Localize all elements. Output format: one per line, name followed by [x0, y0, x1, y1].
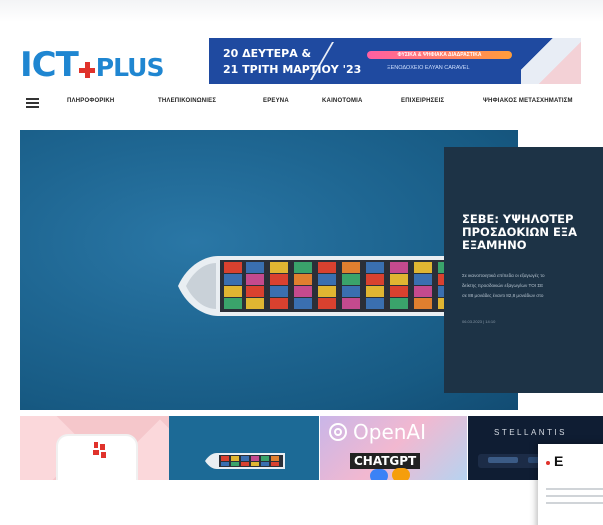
banner-pill: ΦΥΣΙΚΑ & ΨΗΦΙΑΚΑ ΔΙΑΔΡΑΣΤΙΚΑ — [367, 51, 512, 59]
banner-venue: ΞΕΝΟΔΟΧΕΙΟ ΕΛΥΑΝ CARAVEL — [387, 65, 470, 71]
banner-date-line-1: 20 ΔΕΥΤΕΡΑ & — [223, 47, 312, 60]
nav-item-kainotomia[interactable]: ΚΑΙΝΟΤΟΜΙΑ — [322, 98, 363, 104]
hero-article-title[interactable]: ΣΕΒΕ: ΥΨΗΛΟΤΕΡ ΠΡΟΣΔΟΚΙΩΝ ΕΞΑ ΕΞΑΜΗΝΟ — [462, 213, 603, 252]
hero-article-date: 06.03.2023 | 14:10 — [462, 319, 496, 324]
logo-plus: PLUS — [95, 53, 165, 82]
nav-item-erevna[interactable]: ΕΡΕΥΝΑ — [263, 98, 289, 104]
equinor-phone-image: equinor — [58, 436, 136, 480]
excerpt-line: σε 88 μονάδες έναντι 82,8 μονάδων στο — [462, 293, 544, 298]
stellantis-label: STELLANTIS — [494, 428, 568, 437]
container-ship-image — [178, 256, 478, 316]
event-banner[interactable]: 20 ΔΕΥΤΕΡΑ & 21 ΤΡΙΤΗ ΜΑΡΤΙΟΥ '23 ΦΥΣΙΚΑ… — [209, 38, 581, 84]
logo-ict: ICT — [20, 45, 79, 85]
excerpt-line: δείκτης προσδοκιών εξαγωγέων ΤΟΙ ΣΕ — [462, 283, 544, 288]
main-nav: ΠΛΗΡΟΦΟΡΙΚΗ ΤΗΛΕΠΙΚΟΙΝΩΝΙΕΣ ΕΡΕΥΝΑ ΚΑΙΝΟ… — [0, 94, 603, 112]
equinor-logo-icon — [93, 442, 106, 458]
card-heading: Ε — [554, 453, 564, 469]
openai-logo-icon — [329, 423, 347, 441]
chat-bubble-icon — [370, 469, 388, 480]
plus-icon — [78, 62, 95, 78]
page-bottom — [0, 500, 603, 525]
thumbnail-ship[interactable] — [169, 416, 319, 480]
thumbnail-strip: equinor OpenAI CHATGPT — [20, 416, 603, 480]
chatgpt-badge: CHATGPT — [350, 453, 421, 469]
banner-graphic — [521, 38, 581, 84]
chat-bubble-icon — [392, 468, 410, 480]
card-text-placeholder — [546, 488, 603, 509]
chatgpt-badge-chat: CHAT — [354, 454, 390, 468]
top-shadow — [0, 0, 603, 22]
openai-label: OpenAI — [353, 420, 426, 444]
excerpt-line: Σε ικανοποιητικά επίπεδα οι εξαγωγές το — [462, 273, 545, 278]
hero-article-card[interactable]: ΣΕΒΕ: ΥΨΗΛΟΤΕΡ ΠΡΟΣΔΟΚΙΩΝ ΕΞΑ ΕΞΑΜΗΝΟ Σε… — [444, 147, 603, 393]
nav-item-tilepikoinonies[interactable]: ΤΗΛΕΠΙΚΟΙΝΩΝΙΕΣ — [158, 98, 216, 104]
site-logo[interactable]: ICT PLUS — [20, 45, 165, 85]
thumbnail-equinor[interactable]: equinor — [20, 416, 169, 480]
nav-item-pliroforiki[interactable]: ΠΛΗΡΟΦΟΡΙΚΗ — [67, 98, 114, 104]
bullet-icon — [546, 461, 550, 465]
hero-article-excerpt: Σε ικανοποιητικά επίπεδα οι εξαγωγές το … — [462, 271, 603, 301]
small-ship-image — [205, 453, 285, 469]
page: ICT PLUS 20 ΔΕΥΤΕΡΑ & 21 ΤΡΙΤΗ ΜΑΡΤΙΟΥ '… — [0, 0, 603, 525]
thumbnail-openai[interactable]: OpenAI CHATGPT — [320, 416, 467, 480]
equinor-label: equinor — [66, 479, 103, 480]
nav-item-epixeiriseis[interactable]: ΕΠΙΧΕΙΡΗΣΕΙΣ — [401, 98, 444, 104]
hamburger-icon[interactable] — [26, 98, 39, 108]
chatgpt-badge-gpt: GPT — [389, 454, 417, 468]
floating-news-card[interactable]: Ε — [538, 444, 603, 525]
nav-item-psifiakos[interactable]: ΨΗΦΙΑΚΟΣ ΜΕΤΑΣΧΗΜΑΤΙΣΜ — [483, 98, 573, 104]
